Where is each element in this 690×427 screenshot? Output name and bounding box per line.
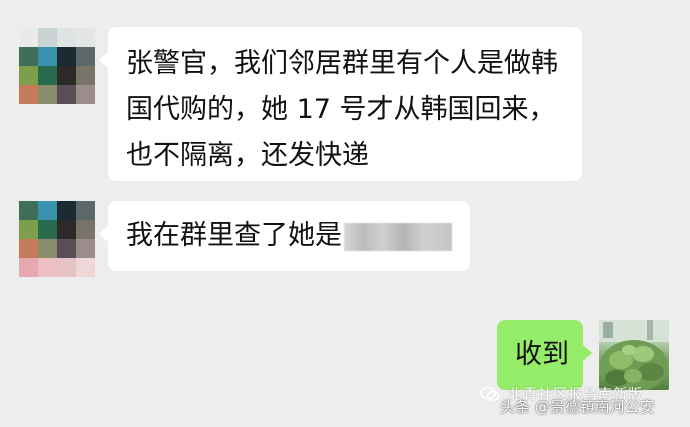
contact-avatar[interactable] bbox=[19, 28, 95, 104]
plant-photo-icon bbox=[599, 320, 669, 390]
message-text-line: 张警官，我们邻居群里有个人是做韩 bbox=[126, 48, 558, 79]
self-avatar[interactable] bbox=[599, 320, 669, 390]
message-text: 收到 bbox=[515, 339, 569, 370]
message-text: 我在群里查了她是 bbox=[126, 220, 342, 251]
message-text-line: 国代购的，她 17 号才从韩国回来， bbox=[126, 94, 556, 125]
wechat-icon bbox=[480, 386, 500, 402]
message-bubble[interactable]: 我在群里查了她是 bbox=[99, 201, 470, 271]
message-text-line: 也不隔离，还发快递 bbox=[126, 140, 369, 171]
message-bubble-self[interactable]: 收到 bbox=[497, 320, 592, 390]
contact-avatar[interactable] bbox=[19, 201, 95, 277]
redacted-name bbox=[344, 222, 452, 251]
watermark-source: 头条 @景德镇南河公安 bbox=[500, 398, 655, 416]
message-bubble[interactable]: 张警官，我们邻居群里有个人是做韩 国代购的，她 17 号才从韩国回来， 也不隔离… bbox=[99, 27, 582, 181]
